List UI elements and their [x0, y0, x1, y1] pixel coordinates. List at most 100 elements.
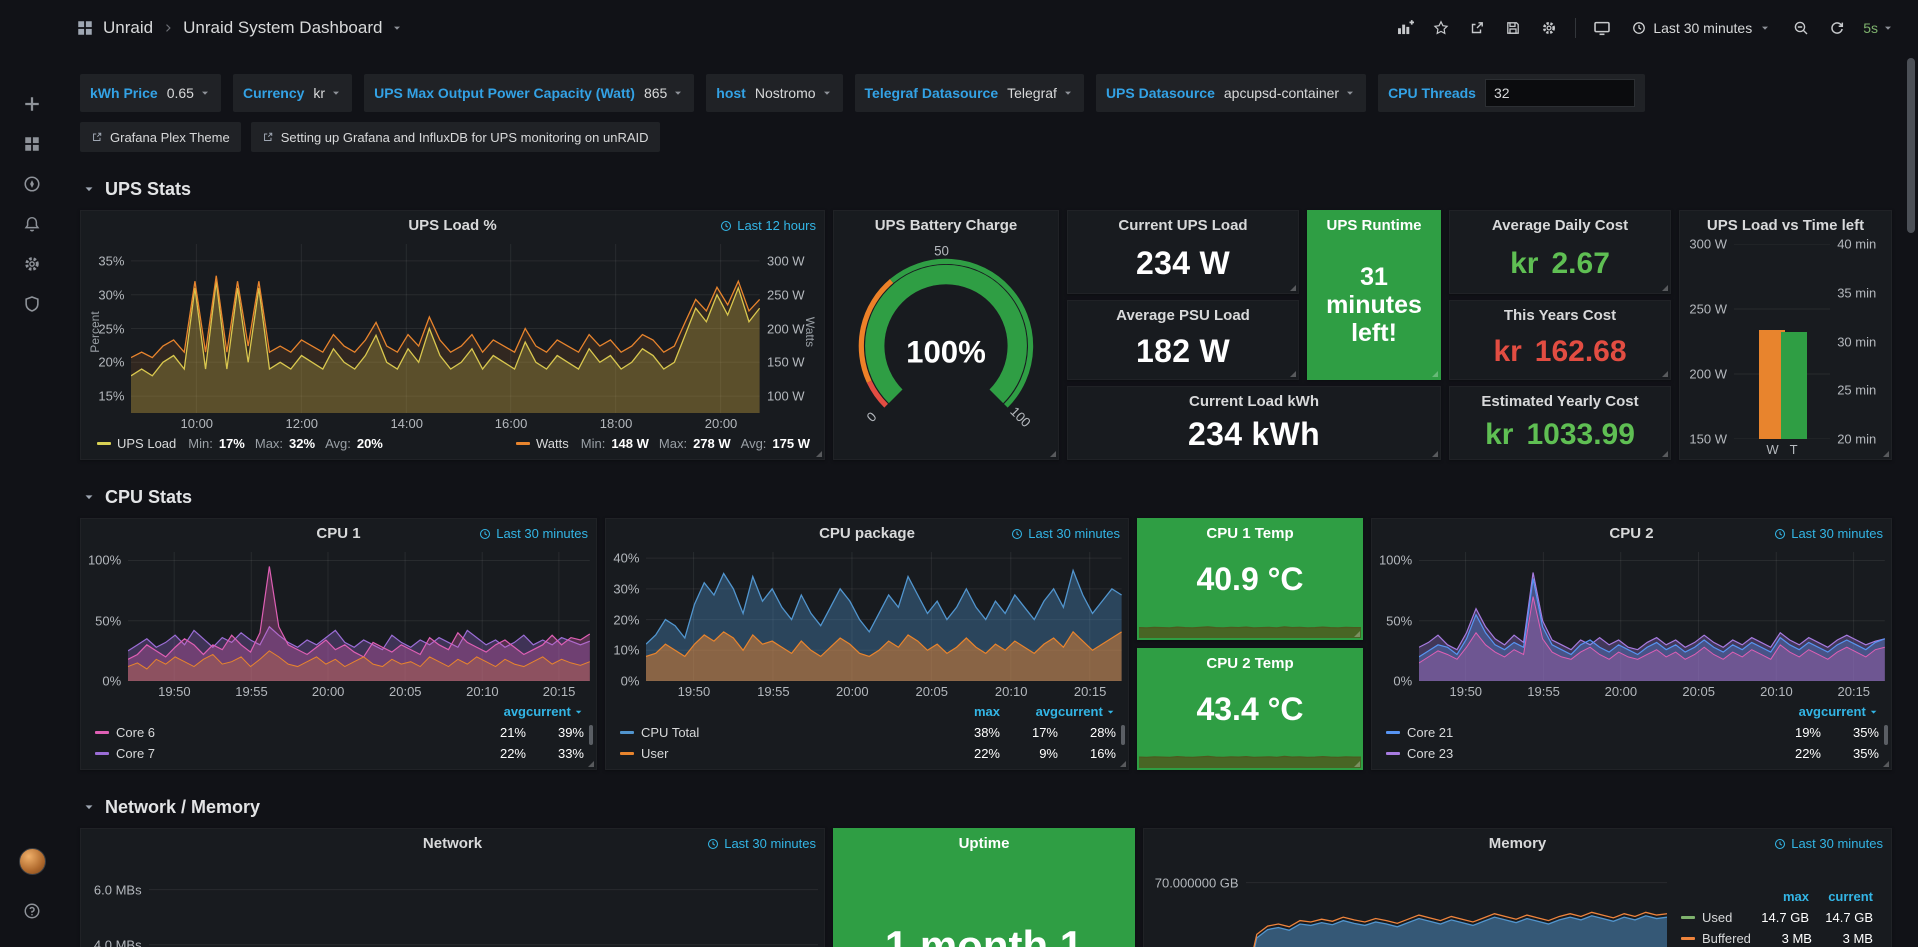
variable-value-dropdown[interactable]: apcupsd-container	[1224, 85, 1356, 101]
legend-sort-avg[interactable]: avg	[468, 704, 526, 719]
panel-ups-runtime: UPS Runtime 31 minutes left!	[1307, 210, 1441, 380]
x-tick-label: 20:05	[389, 684, 422, 699]
legend-row-used[interactable]: Used 14.7 GB 14.7 GB	[1681, 907, 1873, 928]
panel-title[interactable]: Current Load kWh	[1068, 387, 1440, 416]
panel-title[interactable]: CPU 2 Temp	[1138, 649, 1362, 678]
variable-value-dropdown[interactable]: kr	[313, 85, 342, 101]
cpu-package-chart[interactable]	[646, 552, 1122, 681]
y-tick-label: 25 min	[1837, 383, 1876, 398]
legend-row-core7[interactable]: Core 7 22% 33%	[95, 743, 584, 764]
create-button[interactable]	[12, 84, 52, 124]
cpu2-chart[interactable]	[1419, 552, 1885, 681]
grafana-logo[interactable]	[14, 10, 50, 46]
section-network-memory[interactable]: Network / Memory	[82, 794, 1892, 820]
legend-row-cpu-total[interactable]: CPU Total 38% 17% 28%	[620, 722, 1116, 743]
panel-title[interactable]: UPS Load %	[81, 211, 824, 240]
legend-row-core23[interactable]: Core 23 22% 35%	[1386, 743, 1879, 764]
legend-row-buffered[interactable]: Buffered 3 MB 3 MB	[1681, 928, 1873, 947]
share-dashboard-button[interactable]	[1461, 12, 1493, 44]
star-dashboard-button[interactable]	[1425, 12, 1457, 44]
dashboard-link-ups-monitoring-guide[interactable]: Setting up Grafana and InfluxDB for UPS …	[251, 122, 660, 152]
zoom-out-icon	[1793, 20, 1809, 36]
y-tick-label: 0%	[102, 674, 121, 689]
time-range-picker[interactable]: Last 30 minutes	[1622, 12, 1781, 44]
legend-sort-current[interactable]: current	[1821, 704, 1879, 719]
add-panel-button[interactable]	[1389, 12, 1421, 44]
legend-row-core21[interactable]: Core 21 19% 35%	[1386, 722, 1879, 743]
scrollbar-thumb[interactable]	[1907, 58, 1915, 233]
sidebar-item-dashboards[interactable]	[12, 124, 52, 164]
refresh-interval-picker[interactable]: 5s	[1857, 12, 1900, 44]
legend-sort-current[interactable]: current	[1058, 704, 1116, 719]
chevron-down-icon[interactable]	[391, 22, 403, 34]
panel-cpu2: CPU 2 Last 30 minutes 0%50%100% 19:5019:…	[1371, 518, 1892, 770]
ups-bars-chart[interactable]	[1734, 244, 1830, 439]
dashboard-settings-button[interactable]	[1533, 12, 1565, 44]
section-cpu-stats[interactable]: CPU Stats	[82, 484, 1892, 510]
variable-value-dropdown[interactable]: 865	[644, 85, 684, 101]
x-tick-label: 19:50	[678, 684, 711, 699]
panel-title[interactable]: Average Daily Cost	[1450, 211, 1670, 240]
legend-sort-avg[interactable]: avg	[1763, 704, 1821, 719]
legend-item-watts[interactable]: Watts Min:148 W Max:278 W Avg:175 W	[516, 436, 810, 451]
panel-title[interactable]: Average PSU Load	[1068, 301, 1298, 330]
cpu-threads-input[interactable]	[1485, 79, 1635, 107]
breadcrumb-root[interactable]: Unraid	[103, 18, 153, 38]
panel-title[interactable]: This Years Cost	[1450, 301, 1670, 330]
legend-sort-current[interactable]: current	[1809, 889, 1873, 904]
legend-scrollbar[interactable]	[1884, 725, 1888, 745]
variable-label: UPS Max Output Power Capacity (Watt)	[374, 85, 635, 101]
variable-value-dropdown[interactable]: Telegraf	[1007, 85, 1074, 101]
avatar[interactable]	[19, 848, 46, 875]
panel-time-range[interactable]: Last 30 minutes	[707, 836, 816, 851]
panel-time-range[interactable]: Last 12 hours	[720, 218, 816, 233]
panel-title[interactable]: UPS Runtime	[1308, 211, 1440, 240]
y-tick-label: 30%	[98, 287, 124, 302]
sidebar-item-explore[interactable]	[12, 164, 52, 204]
legend-row-core6[interactable]: Core 6 21% 39%	[95, 722, 584, 743]
refresh-button[interactable]	[1821, 12, 1853, 44]
panel-title[interactable]: Uptime	[834, 829, 1134, 858]
cycle-view-button[interactable]	[1586, 12, 1618, 44]
page-scrollbar[interactable]	[1907, 58, 1915, 943]
page-title[interactable]: Unraid System Dashboard	[183, 18, 382, 38]
panel-time-range[interactable]: Last 30 minutes	[1774, 526, 1883, 541]
legend-row-user[interactable]: User 22% 9% 16%	[620, 743, 1116, 764]
sidebar-item-alerting[interactable]	[12, 204, 52, 244]
cpu1-chart[interactable]	[128, 552, 590, 681]
x-tick-label: 20:00	[312, 684, 345, 699]
panel-title[interactable]: UPS Battery Charge	[834, 211, 1058, 240]
legend-sort-max[interactable]: max	[1745, 889, 1809, 904]
panel-time-range[interactable]: Last 30 minutes	[479, 526, 588, 541]
variable-value-dropdown[interactable]: 0.65	[167, 85, 211, 101]
legend-scrollbar[interactable]	[589, 725, 593, 745]
x-tick-label: 20:15	[1074, 684, 1107, 699]
panel-title[interactable]: Current UPS Load	[1068, 211, 1298, 240]
sidebar-item-configuration[interactable]	[12, 244, 52, 284]
panel-title[interactable]: CPU 1 Temp	[1138, 519, 1362, 548]
panel-cpu-package: CPU package Last 30 minutes 0%10%20%30%4…	[605, 518, 1129, 770]
sidebar-item-help[interactable]	[12, 891, 52, 931]
legend-sort-current[interactable]: current	[526, 704, 584, 719]
ups-load-chart[interactable]	[131, 244, 760, 413]
network-chart[interactable]	[149, 862, 818, 947]
legend-scrollbar[interactable]	[1121, 725, 1125, 745]
legend-sort-max[interactable]: max	[942, 704, 1000, 719]
variable-value-dropdown[interactable]: Nostromo	[755, 85, 833, 101]
apps-grid-icon[interactable]	[76, 19, 94, 37]
save-dashboard-button[interactable]	[1497, 12, 1529, 44]
dashboard-link-grafana-plex-theme[interactable]: Grafana Plex Theme	[80, 122, 241, 152]
legend-sort-avg[interactable]: avg	[1000, 704, 1058, 719]
panel-time-range[interactable]: Last 30 minutes	[1774, 836, 1883, 851]
panel-title[interactable]: Estimated Yearly Cost	[1450, 387, 1670, 416]
x-tick-label: 20:10	[1760, 684, 1793, 699]
y-tick-label: 35%	[98, 253, 124, 268]
sidebar-item-server-admin[interactable]	[12, 284, 52, 324]
legend-item-ups-load[interactable]: UPS Load Min:17% Max:32% Avg:20%	[97, 436, 383, 451]
panel-time-range[interactable]: Last 30 minutes	[1011, 526, 1120, 541]
zoom-out-button[interactable]	[1785, 12, 1817, 44]
section-ups-stats[interactable]: UPS Stats	[82, 176, 1892, 202]
series-marker	[95, 752, 109, 755]
memory-chart[interactable]	[1246, 862, 1667, 947]
panel-memory: Memory Last 30 minutes 50.000000 GB60.00…	[1143, 828, 1892, 947]
